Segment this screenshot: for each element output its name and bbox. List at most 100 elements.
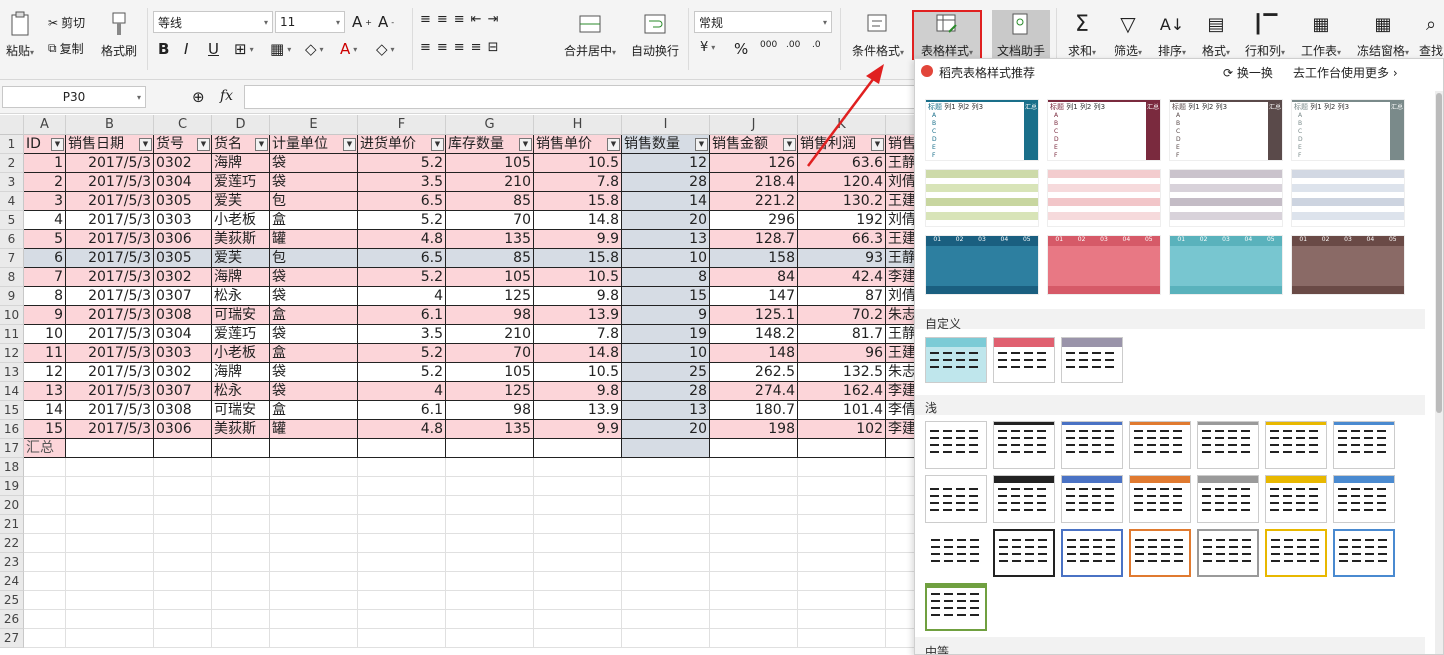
empty-cell[interactable] — [154, 553, 212, 572]
empty-cell[interactable] — [212, 572, 270, 591]
font-color-icon[interactable]: A ▾ — [340, 40, 357, 58]
row-header[interactable]: 10 — [0, 306, 24, 325]
row-header[interactable]: 22 — [0, 534, 24, 553]
row-header[interactable]: 20 — [0, 496, 24, 515]
table-row-cell[interactable]: 11 — [24, 344, 66, 363]
light-style-thumbnail[interactable] — [993, 421, 1055, 469]
format-button[interactable]: ▤ 格式▾ — [1196, 0, 1236, 59]
empty-cell[interactable] — [212, 553, 270, 572]
table-row-cell[interactable]: 13.9 — [534, 306, 622, 325]
column-header[interactable]: K — [798, 115, 886, 135]
empty-cell[interactable] — [212, 591, 270, 610]
column-header[interactable]: D — [212, 115, 270, 135]
empty-cell[interactable] — [798, 610, 886, 629]
table-row-cell[interactable]: 162.4 — [798, 382, 886, 401]
table-row-cell[interactable]: 0305 — [154, 192, 212, 211]
fill-color-icon[interactable]: ◇ ▾ — [305, 40, 324, 58]
table-row-cell[interactable]: 102 — [798, 420, 886, 439]
table-row-cell[interactable]: 262.5 — [710, 363, 798, 382]
table-row-cell[interactable]: 2017/5/3 — [66, 192, 154, 211]
table-row-cell[interactable]: 125 — [446, 382, 534, 401]
name-box[interactable]: P30 ▾ — [2, 86, 146, 108]
summary-cell[interactable] — [154, 439, 212, 458]
table-row-cell[interactable]: 85 — [446, 249, 534, 268]
table-row-cell[interactable]: 刘倩 — [886, 173, 914, 192]
row-header[interactable]: 16 — [0, 420, 24, 439]
italic-icon[interactable]: I — [184, 40, 188, 58]
more-link[interactable]: 去工作台使用更多 › — [1293, 64, 1398, 81]
table-row-cell[interactable]: 包 — [270, 249, 358, 268]
table-row-cell[interactable]: 6.1 — [358, 401, 446, 420]
table-row-cell[interactable]: 爱莲巧 — [212, 325, 270, 344]
border-icon[interactable]: ⊞ ▾ — [234, 40, 254, 58]
table-header-cell[interactable]: 销售 — [886, 135, 914, 154]
wrap-text-button[interactable]: 自动换行 — [628, 0, 682, 59]
table-row-cell[interactable]: 70 — [446, 344, 534, 363]
row-header[interactable]: 1 — [0, 135, 24, 154]
empty-cell[interactable] — [212, 477, 270, 496]
empty-cell[interactable] — [886, 534, 914, 553]
light-style-thumbnail[interactable] — [925, 475, 987, 523]
light-style-thumbnail[interactable] — [1333, 529, 1395, 577]
table-row-cell[interactable]: 6.1 — [358, 306, 446, 325]
table-row-cell[interactable]: 美荻斯 — [212, 230, 270, 249]
row-header[interactable]: 25 — [0, 591, 24, 610]
empty-cell[interactable] — [710, 610, 798, 629]
empty-cell[interactable] — [24, 591, 66, 610]
table-row-cell[interactable]: 朱志 — [886, 306, 914, 325]
table-row-cell[interactable]: 5.2 — [358, 363, 446, 382]
empty-cell[interactable] — [154, 534, 212, 553]
style-thumbnail[interactable] — [1047, 169, 1161, 227]
style-thumbnail[interactable] — [925, 169, 1039, 227]
empty-cell[interactable] — [24, 572, 66, 591]
summary-cell[interactable] — [798, 439, 886, 458]
empty-cell[interactable] — [710, 496, 798, 515]
filter-dropdown-icon[interactable]: ▼ — [255, 138, 268, 151]
find-button[interactable]: ⌕ 查找 — [1418, 0, 1444, 59]
table-row-cell[interactable]: 袋 — [270, 382, 358, 401]
format-painter-button[interactable]: 格式刷 — [98, 0, 140, 59]
table-row-cell[interactable]: 0307 — [154, 382, 212, 401]
panel-scrollbar[interactable] — [1435, 91, 1443, 654]
table-row-cell[interactable]: 98 — [446, 401, 534, 420]
empty-cell[interactable] — [886, 496, 914, 515]
empty-cell[interactable] — [212, 515, 270, 534]
zoom-icon[interactable]: ⊕ — [192, 88, 205, 106]
table-row-cell[interactable]: 12 — [622, 154, 710, 173]
table-row-cell[interactable]: 135 — [446, 230, 534, 249]
row-header[interactable]: 12 — [0, 344, 24, 363]
table-row-cell[interactable]: 93 — [798, 249, 886, 268]
table-header-cell[interactable]: 进货单价 ▼ — [358, 135, 446, 154]
empty-cell[interactable] — [886, 458, 914, 477]
table-row-cell[interactable]: 4 — [24, 211, 66, 230]
empty-cell[interactable] — [66, 629, 154, 648]
empty-cell[interactable] — [212, 458, 270, 477]
filter-dropdown-icon[interactable]: ▼ — [871, 138, 884, 151]
table-row-cell[interactable]: 14.8 — [534, 344, 622, 363]
table-row-cell[interactable]: 13 — [622, 401, 710, 420]
table-row-cell[interactable]: 126 — [710, 154, 798, 173]
table-row-cell[interactable]: 2017/5/3 — [66, 306, 154, 325]
empty-cell[interactable] — [710, 629, 798, 648]
table-row-cell[interactable]: 87 — [798, 287, 886, 306]
fill-pattern-icon[interactable]: ▦ ▾ — [270, 40, 291, 58]
table-row-cell[interactable]: 192 — [798, 211, 886, 230]
table-header-cell[interactable]: 库存数量 ▼ — [446, 135, 534, 154]
empty-cell[interactable] — [446, 458, 534, 477]
summary-cell[interactable] — [622, 439, 710, 458]
table-row-cell[interactable]: 0303 — [154, 211, 212, 230]
table-row-cell[interactable]: 84 — [710, 268, 798, 287]
row-header[interactable]: 11 — [0, 325, 24, 344]
empty-cell[interactable] — [446, 496, 534, 515]
table-row-cell[interactable]: 81.7 — [798, 325, 886, 344]
select-all-corner[interactable] — [0, 115, 24, 135]
empty-cell[interactable] — [24, 610, 66, 629]
table-row-cell[interactable]: 7 — [24, 268, 66, 287]
table-row-cell[interactable]: 王静 — [886, 154, 914, 173]
table-row-cell[interactable]: 5.2 — [358, 211, 446, 230]
table-row-cell[interactable]: 25 — [622, 363, 710, 382]
empty-cell[interactable] — [270, 496, 358, 515]
light-style-thumbnail[interactable] — [1265, 529, 1327, 577]
empty-cell[interactable] — [446, 515, 534, 534]
light-style-thumbnail[interactable] — [1061, 475, 1123, 523]
